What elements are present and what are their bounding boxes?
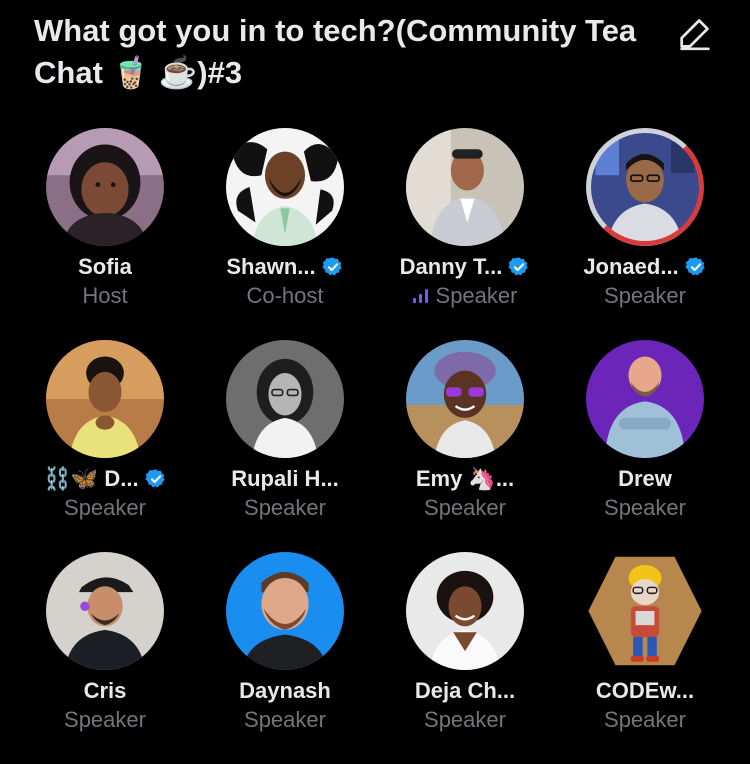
- participant-card-rupali[interactable]: Rupali H... Speaker: [195, 340, 375, 552]
- participants-grid: Sofia Host Shawn... Co-host Danny T... S…: [15, 128, 735, 764]
- participant-card-deja[interactable]: Deja Ch... Speaker: [375, 552, 555, 764]
- speaking-indicator-icon: [412, 289, 428, 303]
- verified-badge-icon: [508, 257, 529, 276]
- participant-card-shawn[interactable]: Shawn... Co-host: [195, 128, 375, 340]
- participant-card-jonaed[interactable]: Jonaed... Speaker: [555, 128, 735, 340]
- avatar: [46, 552, 164, 670]
- participant-role: Co-host: [246, 283, 324, 308]
- verified-badge-icon: [321, 257, 342, 276]
- participant-card-drew[interactable]: Drew Speaker: [555, 340, 735, 552]
- participant-name: Rupali H...: [231, 466, 339, 491]
- participant-role: Speaker: [424, 707, 506, 732]
- participant-role: Speaker: [244, 707, 326, 732]
- participant-role: Speaker: [64, 495, 146, 520]
- participant-name: Emy 🦄...: [415, 466, 515, 491]
- participant-role: Speaker: [424, 495, 506, 520]
- participant-name: Cris: [83, 678, 127, 703]
- participant-name: Drew: [618, 466, 672, 491]
- participant-card-d[interactable]: ⛓️🦋 D... Speaker: [15, 340, 195, 552]
- participant-name: CODEw...: [595, 678, 695, 703]
- avatar: [46, 128, 164, 246]
- participant-card-daynash[interactable]: Daynash Speaker: [195, 552, 375, 764]
- avatar: [406, 340, 524, 458]
- space-title: What got you in to tech?(Community Tea C…: [34, 13, 637, 90]
- participant-name: Jonaed...: [583, 254, 679, 279]
- verified-badge-icon: [144, 469, 165, 488]
- participant-card-codew[interactable]: CODEw... Speaker: [555, 552, 735, 764]
- avatar: [226, 340, 344, 458]
- participant-role: Speaker: [604, 495, 686, 520]
- participant-card-sofia[interactable]: Sofia Host: [15, 128, 195, 340]
- participant-card-danny[interactable]: Danny T... Speaker: [375, 128, 555, 340]
- participant-name: Deja Ch...: [414, 678, 516, 703]
- participant-role: Host: [82, 283, 128, 308]
- participant-role: Speaker: [435, 283, 518, 308]
- avatar: [586, 128, 704, 246]
- verified-badge-icon: [685, 257, 705, 276]
- participant-name: ⛓️🦋 D...: [43, 466, 139, 491]
- participant-name: Danny T...: [399, 254, 503, 279]
- participant-name: Shawn...: [226, 254, 316, 279]
- participant-card-cris[interactable]: Cris Speaker: [15, 552, 195, 764]
- avatar: [226, 128, 344, 246]
- avatar: [406, 128, 524, 246]
- avatar: [46, 340, 164, 458]
- avatar: [226, 552, 344, 670]
- participant-role: Speaker: [604, 707, 686, 732]
- participant-name: Sofia: [78, 254, 132, 279]
- participant-role: Speaker: [64, 707, 146, 732]
- avatar: [588, 556, 702, 666]
- participant-card-emy[interactable]: Emy 🦄... Speaker: [375, 340, 555, 552]
- edit-space-button[interactable]: [672, 10, 718, 56]
- participant-name: Daynash: [239, 678, 331, 703]
- participant-role: Speaker: [244, 495, 326, 520]
- avatar: [586, 340, 704, 458]
- participant-role: Speaker: [604, 283, 686, 308]
- pencil-icon: [680, 19, 710, 51]
- avatar: [406, 552, 524, 670]
